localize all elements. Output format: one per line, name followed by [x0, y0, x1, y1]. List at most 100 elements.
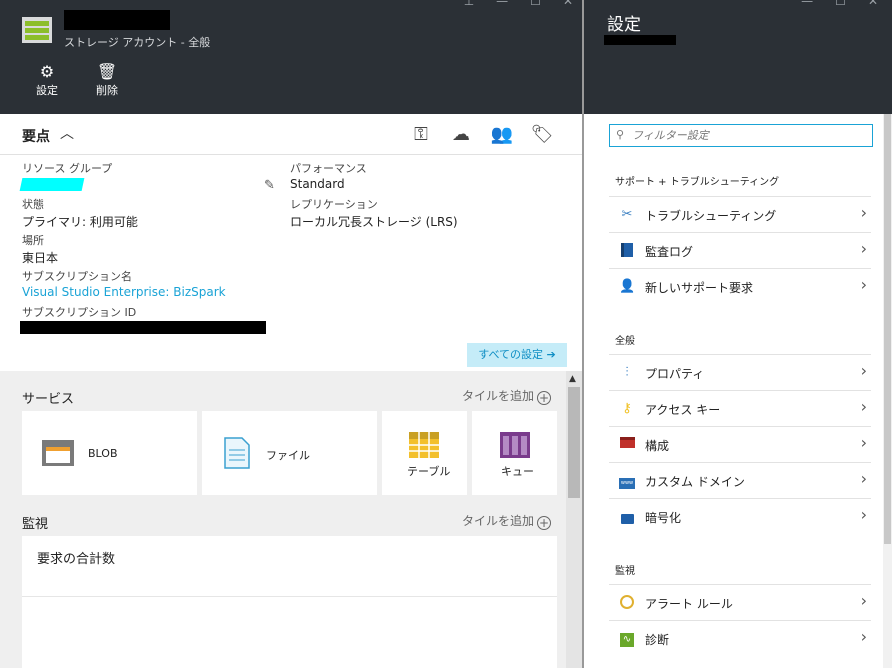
all-settings-button[interactable]: すべての設定 ➔	[467, 343, 567, 367]
minimize-icon[interactable]: —	[801, 0, 813, 8]
blob-icon	[42, 440, 74, 466]
settings-item-new-support-request[interactable]: 👤 新しいサポート要求 ›	[609, 268, 871, 304]
plus-circle-icon: +	[537, 516, 552, 530]
settings-item-label: 監査ログ	[645, 245, 694, 259]
table-tile[interactable]: テーブル	[382, 411, 467, 495]
settings-item-label: 暗号化	[645, 511, 682, 525]
essentials-bar: 要点 ︿ ⚿ ☁ 👥 🏷	[0, 114, 583, 155]
delete-button[interactable]: 🗑 削除	[83, 62, 131, 98]
key-icon: ⚷	[622, 401, 632, 416]
settings-item-label: アラート ルール	[645, 597, 733, 611]
chevron-right-icon: ›	[860, 203, 867, 222]
diagnostics-icon: ∿	[619, 631, 635, 647]
settings-item-audit-log[interactable]: 監査ログ ›	[609, 232, 871, 268]
chevron-up-icon[interactable]: ︿	[60, 123, 74, 143]
location-value: 東日本	[22, 251, 59, 265]
pin-icon[interactable]: ⊥	[464, 0, 474, 8]
blade-subtitle: ストレージ アカウント - 全般	[64, 36, 211, 49]
location-label: 場所	[22, 234, 44, 247]
settings-item-custom-domain[interactable]: www カスタム ドメイン ›	[609, 462, 871, 498]
chevron-right-icon: ›	[860, 275, 867, 294]
status-value: プライマリ: 利用可能	[22, 215, 138, 229]
performance-value: Standard	[290, 177, 345, 191]
settings-item-troubleshooting[interactable]: ✂ トラブルシューティング ›	[609, 196, 871, 232]
maximize-icon[interactable]: ☐	[835, 0, 846, 8]
chevron-right-icon: ›	[860, 627, 867, 646]
scrollbar-thumb[interactable]	[568, 387, 580, 498]
tag-icon[interactable]: 🏷	[529, 122, 555, 148]
blade-header: ⊥ — ☐ ✕ ストレージ アカウント - 全般 ⚙ 設定 🗑 削除	[0, 0, 583, 114]
settings-subtitle-redacted	[604, 35, 676, 45]
settings-item-label: カスタム ドメイン	[645, 475, 745, 489]
pencil-icon[interactable]: ✎	[264, 178, 275, 193]
key-icon[interactable]: ⚿	[408, 122, 434, 148]
settings-item-label: アクセス キー	[645, 403, 721, 417]
resource-group-label: リソース グループ	[22, 162, 113, 175]
settings-button[interactable]: ⚙ 設定	[23, 62, 71, 98]
settings-item-configuration[interactable]: 構成 ›	[609, 426, 871, 462]
settings-item-access-keys[interactable]: ⚷ アクセス キー ›	[609, 390, 871, 426]
storage-account-blade: ⊥ — ☐ ✕ ストレージ アカウント - 全般 ⚙ 設定 🗑 削除 要点 ︿ …	[0, 0, 583, 668]
blob-tile[interactable]: BLOB	[22, 411, 197, 495]
chevron-right-icon: ›	[860, 397, 867, 416]
cloud-lightning-icon[interactable]: ☁	[448, 122, 474, 148]
chart-title: 要求の合計数	[37, 552, 116, 567]
delete-button-label: 削除	[96, 84, 118, 97]
file-tile[interactable]: ファイル	[202, 411, 377, 495]
settings-item-label: 診断	[645, 633, 670, 647]
tile-label: テーブル	[407, 465, 451, 478]
users-icon[interactable]: 👥	[489, 122, 515, 148]
filter-box[interactable]: ⚲	[609, 124, 873, 147]
plus-circle-icon: +	[537, 391, 552, 405]
wrench-icon: ✂	[621, 207, 633, 222]
resource-group-value-redacted[interactable]	[19, 178, 85, 191]
add-tile-monitoring-button[interactable]: タイルを追加 +	[462, 512, 552, 530]
close-icon[interactable]: ✕	[563, 0, 573, 8]
maximize-icon[interactable]: ☐	[530, 0, 541, 8]
settings-button-label: 設定	[36, 84, 58, 97]
add-tile-services-button[interactable]: タイルを追加 +	[462, 387, 552, 405]
filter-settings-input[interactable]	[632, 127, 868, 144]
chevron-right-icon: ›	[860, 239, 867, 258]
window-controls: ⊥ — ☐ ✕	[464, 0, 573, 8]
settings-item-encryption[interactable]: 暗号化 ›	[609, 498, 871, 534]
properties-icon: ⫶	[625, 365, 629, 380]
scrollbar-thumb[interactable]	[884, 114, 891, 544]
queue-tile[interactable]: キュー	[472, 411, 557, 495]
settings-item-label: 構成	[645, 439, 670, 453]
account-name-redacted	[64, 10, 170, 30]
group-title-support: サポート + トラブルシューティング	[615, 177, 780, 188]
tile-label: ファイル	[266, 449, 310, 462]
settings-item-label: トラブルシューティング	[645, 209, 777, 223]
settings-item-alert-rules[interactable]: アラート ルール ›	[609, 584, 871, 620]
group-title-monitoring: 監視	[615, 566, 635, 577]
settings-blade: — ☐ ✕ 設定 ⚲ サポート + トラブルシューティング ✂ トラブルシューテ…	[584, 0, 892, 668]
total-requests-chart-tile[interactable]: 要求の合計数	[22, 536, 557, 668]
gear-icon: ⚙	[39, 62, 55, 81]
queue-icon	[500, 432, 530, 458]
scroll-up-arrow-icon[interactable]: ▲	[569, 374, 576, 384]
replication-value: ローカル冗長ストレージ (LRS)	[290, 215, 458, 229]
settings-title: 設定	[607, 15, 641, 35]
subscription-name-link[interactable]: Visual Studio Enterprise: BizSpark	[22, 285, 226, 299]
scrollbar[interactable]: ▲	[566, 371, 582, 668]
settings-item-label: プロパティ	[645, 367, 705, 381]
services-title: サービス	[22, 392, 75, 407]
settings-item-diagnostics[interactable]: ∿ 診断 ›	[609, 620, 871, 656]
storage-account-icon	[22, 17, 52, 43]
minimize-icon[interactable]: —	[496, 0, 508, 8]
trash-icon: 🗑	[96, 62, 118, 81]
scrollbar[interactable]	[883, 114, 892, 668]
lock-icon	[619, 509, 635, 525]
close-icon[interactable]: ✕	[868, 0, 878, 8]
search-icon: ⚲	[616, 128, 625, 141]
file-icon	[224, 437, 250, 469]
settings-item-properties[interactable]: ⫶ プロパティ ›	[609, 354, 871, 390]
chevron-right-icon: ›	[860, 505, 867, 524]
subscription-id-redacted	[20, 321, 266, 334]
status-label: 状態	[22, 198, 44, 211]
chevron-right-icon: ›	[860, 591, 867, 610]
support-person-icon: 👤	[619, 279, 636, 294]
add-tile-label: タイルを追加	[462, 514, 535, 528]
group-title-general: 全般	[615, 336, 635, 347]
